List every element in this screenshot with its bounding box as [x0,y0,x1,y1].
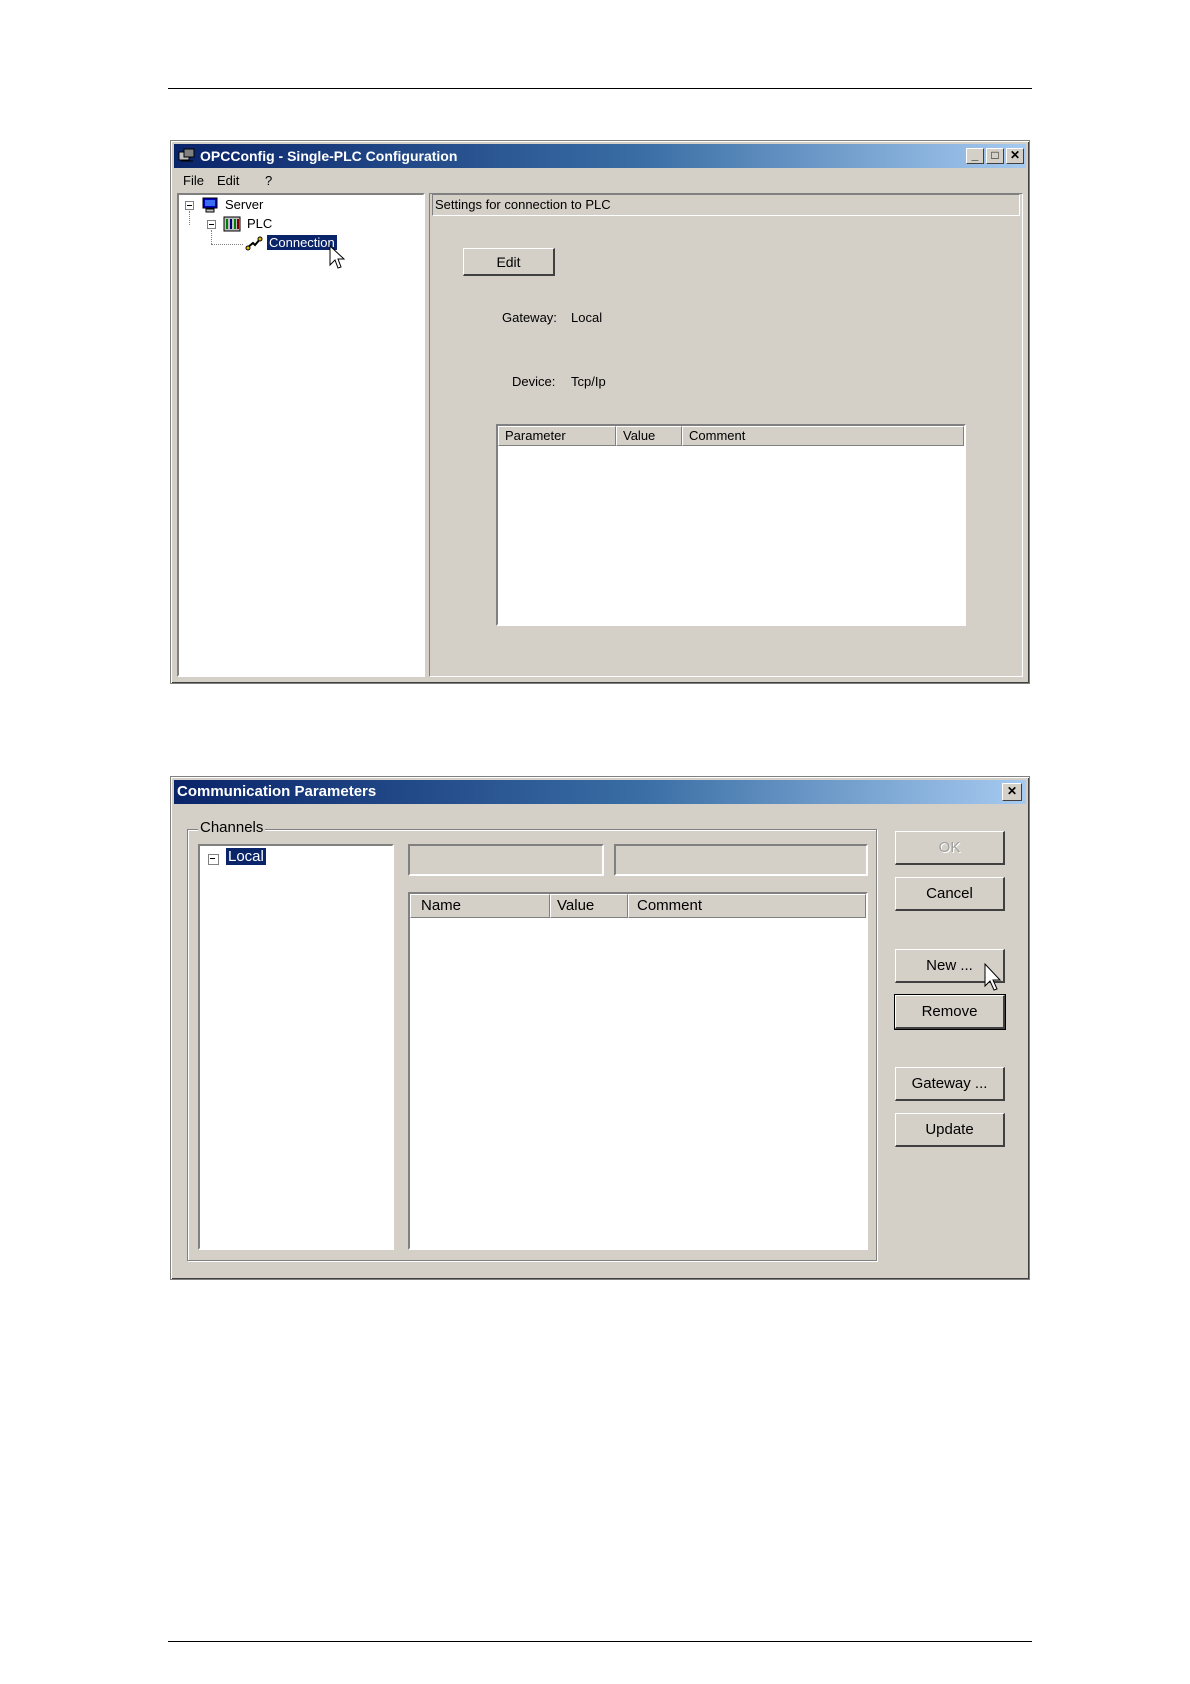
channels-label: Channels [198,819,266,836]
channels-tree[interactable]: Local [198,844,394,1250]
communication-parameters-dialog: Communication Parameters ✕ Channels Loca… [170,776,1030,1280]
column-name[interactable]: Name [410,894,550,918]
config-tree[interactable]: Server PLC Connection [177,193,425,677]
minimize-button[interactable]: _ [966,148,984,164]
menu-bar: File Edit ? [183,173,483,191]
tree-line [211,230,212,244]
top-rule [168,88,1032,89]
update-button[interactable]: Update [895,1113,1005,1147]
column-parameter[interactable]: Parameter [498,426,616,446]
column-value[interactable]: Value [550,894,628,918]
expand-server-toggle[interactable] [185,201,194,210]
expand-local-toggle[interactable] [208,854,219,865]
tree-item-server[interactable]: Server [225,197,263,212]
plc-icon [223,216,241,232]
menu-edit[interactable]: Edit [217,173,239,188]
expand-plc-toggle[interactable] [207,220,216,229]
gateway-label: Gateway: [502,310,557,325]
parameter-table[interactable]: Parameter Value Comment [496,424,966,626]
tree-item-connection[interactable]: Connection [266,234,338,251]
panel-header-text: Settings for connection to PLC [435,197,611,212]
window-title: OPCConfig - Single-PLC Configuration [200,148,458,164]
opcconfig-titlebar[interactable]: OPCConfig - Single-PLC Configuration _ □… [174,144,1026,168]
tree-item-plc[interactable]: PLC [247,216,272,231]
panel-header: Settings for connection to PLC [432,194,1020,216]
channel-info-field [614,844,868,876]
mouse-cursor-icon [984,963,1002,991]
column-comment[interactable]: Comment [682,426,964,446]
device-value: Tcp/Ip [571,374,606,389]
dialog-title: Communication Parameters [177,783,377,800]
settings-pane: Settings for connection to PLC Edit Gate… [429,193,1023,677]
gateway-button[interactable]: Gateway ... [895,1067,1005,1101]
tree-item-local[interactable]: Local [225,847,267,866]
column-value[interactable]: Value [616,426,682,446]
bottom-rule [168,1641,1032,1642]
device-label: Device: [512,374,556,389]
opcconfig-app-icon [178,148,195,162]
maximize-button[interactable]: □ [986,148,1004,164]
tree-line [189,211,190,225]
tree-line [211,244,243,245]
dialog-titlebar[interactable]: Communication Parameters ✕ [174,780,1026,804]
ok-button[interactable]: OK [895,831,1005,865]
parameters-table[interactable]: Name Value Comment [408,892,868,1250]
dialog-close-button[interactable]: ✕ [1002,783,1022,801]
menu-help[interactable]: ? [265,173,272,188]
mouse-cursor-icon [329,245,345,269]
tree-item-connection-label: Connection [266,234,338,251]
channels-groupbox: Channels Local Name Value Comment [187,819,877,1261]
cancel-button[interactable]: Cancel [895,877,1005,911]
remove-button[interactable]: Remove [894,994,1006,1030]
parameter-table-header: Parameter Value Comment [498,426,964,446]
server-icon [202,197,218,213]
connection-icon [245,236,263,251]
tree-item-local-label: Local [225,847,267,866]
close-button[interactable]: ✕ [1006,148,1024,164]
opcconfig-window: OPCConfig - Single-PLC Configuration _ □… [170,140,1030,684]
gateway-value: Local [571,310,603,325]
parameters-table-header: Name Value Comment [410,894,866,918]
channel-name-field [408,844,604,876]
menu-file[interactable]: File [183,173,204,188]
column-comment[interactable]: Comment [628,894,866,918]
edit-button[interactable]: Edit [463,248,555,276]
